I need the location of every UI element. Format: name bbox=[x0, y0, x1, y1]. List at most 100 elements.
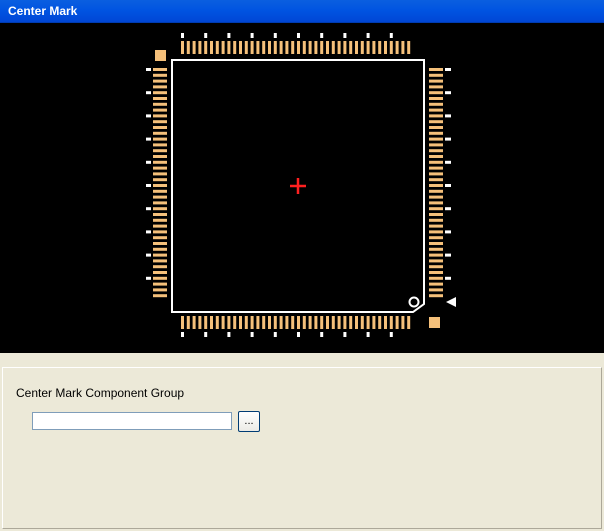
pad bbox=[210, 41, 213, 54]
pad bbox=[153, 137, 167, 141]
pad bbox=[429, 195, 443, 199]
pad bbox=[331, 316, 335, 329]
pad bbox=[153, 224, 167, 228]
pin-mark bbox=[227, 33, 231, 38]
pad bbox=[429, 102, 443, 106]
pad bbox=[429, 172, 443, 176]
pad bbox=[153, 149, 167, 153]
pad bbox=[320, 316, 324, 329]
pad bbox=[314, 41, 318, 54]
pad bbox=[372, 41, 376, 54]
pad bbox=[192, 316, 196, 329]
pad bbox=[153, 160, 167, 164]
pad bbox=[372, 316, 376, 329]
pad bbox=[355, 41, 358, 54]
pin-mark bbox=[445, 253, 451, 257]
pad bbox=[227, 41, 231, 54]
pad bbox=[244, 316, 248, 329]
pin-mark bbox=[250, 332, 254, 337]
browse-button[interactable]: ... bbox=[238, 411, 260, 432]
pin-mark bbox=[297, 332, 300, 337]
pad bbox=[429, 91, 443, 95]
pin-mark bbox=[273, 332, 277, 337]
title-bar: Center Mark bbox=[0, 0, 604, 23]
pad bbox=[262, 316, 266, 329]
pad bbox=[343, 316, 347, 329]
pin-mark bbox=[445, 184, 451, 187]
pad bbox=[429, 166, 443, 170]
pin-mark bbox=[250, 33, 254, 38]
pad bbox=[326, 316, 329, 329]
pad bbox=[153, 218, 167, 222]
pad bbox=[429, 149, 443, 153]
pad bbox=[343, 41, 347, 54]
pad bbox=[153, 242, 167, 245]
pad bbox=[153, 213, 167, 216]
pad bbox=[429, 218, 443, 222]
pad bbox=[273, 41, 277, 54]
pin-mark bbox=[146, 276, 151, 280]
pad bbox=[429, 213, 443, 216]
pad bbox=[210, 316, 213, 329]
corner-pad-bottom-right bbox=[429, 317, 440, 328]
pad bbox=[384, 316, 387, 329]
pad bbox=[378, 316, 382, 329]
pad bbox=[198, 316, 202, 329]
pin-mark bbox=[146, 68, 151, 71]
pad bbox=[239, 41, 242, 54]
pad bbox=[273, 316, 277, 329]
pin-mark bbox=[181, 33, 184, 38]
pad bbox=[153, 91, 167, 95]
pad bbox=[153, 126, 167, 129]
pad bbox=[429, 201, 443, 205]
pin-mark bbox=[445, 91, 451, 95]
pad bbox=[153, 276, 167, 280]
pin-mark bbox=[366, 33, 370, 38]
pad bbox=[250, 41, 254, 54]
pin-mark bbox=[389, 33, 393, 38]
pad bbox=[268, 316, 271, 329]
group-label: Center Mark Component Group bbox=[16, 386, 185, 400]
pad bbox=[429, 247, 443, 251]
pad bbox=[360, 316, 364, 329]
pad bbox=[153, 271, 167, 274]
pad bbox=[429, 189, 443, 193]
pad bbox=[153, 102, 167, 106]
pad bbox=[153, 265, 167, 269]
pad bbox=[429, 155, 443, 158]
pad bbox=[153, 143, 167, 147]
pad bbox=[153, 201, 167, 205]
pad bbox=[239, 316, 242, 329]
pin-mark bbox=[320, 33, 324, 38]
pad bbox=[395, 41, 399, 54]
pad bbox=[395, 316, 399, 329]
pad bbox=[279, 316, 283, 329]
separator bbox=[0, 353, 604, 367]
pad bbox=[153, 294, 167, 298]
pad bbox=[198, 41, 202, 54]
pad bbox=[153, 172, 167, 176]
pad bbox=[153, 195, 167, 199]
pad bbox=[401, 41, 405, 54]
pad bbox=[256, 316, 260, 329]
pin-mark bbox=[204, 332, 208, 337]
pin-one-arrow bbox=[446, 297, 456, 307]
component-group-input[interactable] bbox=[32, 412, 232, 430]
pad bbox=[153, 207, 167, 211]
pad bbox=[153, 68, 167, 71]
left-pad-row bbox=[153, 68, 167, 298]
pin-mark bbox=[146, 137, 151, 141]
pin-mark bbox=[343, 332, 347, 337]
pad bbox=[429, 85, 443, 89]
pad bbox=[355, 316, 358, 329]
pad bbox=[429, 160, 443, 164]
pin-mark bbox=[227, 332, 231, 337]
pad bbox=[181, 41, 184, 54]
pin-mark bbox=[445, 230, 451, 234]
pad bbox=[153, 85, 167, 89]
pin-mark bbox=[445, 207, 451, 211]
pad bbox=[337, 41, 341, 54]
pad bbox=[204, 41, 208, 54]
pad bbox=[429, 282, 443, 286]
corner-pad-top-left bbox=[155, 50, 166, 61]
